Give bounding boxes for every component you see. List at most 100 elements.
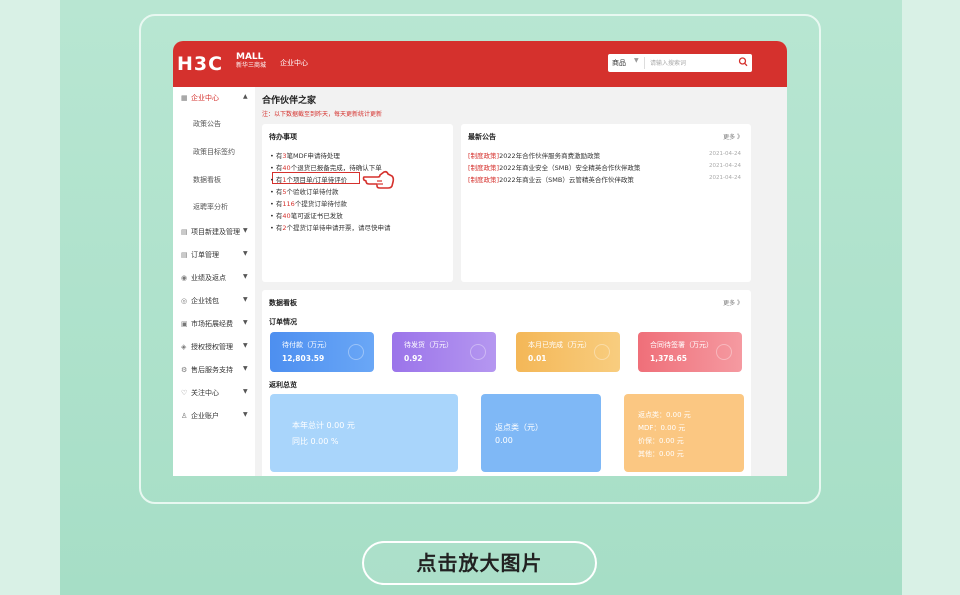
- sidebar-item-follow[interactable]: ♡ 关注中心: [181, 388, 219, 398]
- sidebar-item-orders[interactable]: ▤ 订单管理: [181, 250, 219, 260]
- portal-label: 企业中心: [280, 59, 308, 67]
- todo-item-highlighted[interactable]: • 有1个项目单/订单待评价: [270, 174, 347, 184]
- rebate-total-card[interactable]: 本年总计 0.00 元 同比 0.00 %: [270, 394, 458, 472]
- logo-text: H3C: [177, 53, 224, 75]
- todo-text: 个提货订单待申请开票，请尽快申请: [286, 224, 391, 232]
- chevron-down-icon[interactable]: ▼: [243, 296, 248, 303]
- sidebar-sub-policy[interactable]: 政策公告: [193, 119, 221, 129]
- stat-card-unshipped[interactable]: 待发货（万元） 0.92: [392, 332, 496, 372]
- announcement-tag: [制度政策]: [468, 164, 500, 172]
- list-icon: ▤: [181, 251, 188, 259]
- chevron-down-icon[interactable]: ▼: [243, 342, 248, 349]
- sidebar-item-auth[interactable]: ◈ 授权授权管理: [181, 342, 233, 352]
- left-margin: [0, 0, 60, 595]
- announcement-date: 2021-04-24: [709, 175, 741, 181]
- wallet-icon: ◎: [181, 297, 188, 305]
- announcement-item[interactable]: [制度政策]2022年商业云（SMB）云管精英合作伙伴政策: [468, 174, 634, 184]
- announcement-date: 2021-04-24: [709, 163, 741, 169]
- top-bar: H3C MALL 新华三商城 企业中心 商品 ▼ 请输入搜索词: [173, 41, 787, 87]
- breakdown-item: 其他：0.00 元: [638, 450, 684, 458]
- points-value: 0.00: [495, 436, 513, 445]
- sidebar-item-service[interactable]: ⚙ 售后服务支持: [181, 365, 233, 375]
- sidebar: ▦ 企业中心 ▲ 政策公告 政策目标签约 数据看板 返聘率分析 ▤ 项目新建及管理 …: [173, 87, 255, 476]
- announcement-date: 2021-04-24: [709, 151, 741, 157]
- sidebar-item-enterprise[interactable]: ▦ 企业中心: [181, 93, 219, 103]
- todo-item[interactable]: • 有3笔MDF申请待处理: [270, 150, 340, 160]
- sidebar-item-label: 关注中心: [191, 389, 219, 397]
- search-category[interactable]: 商品: [612, 58, 626, 68]
- announcement-item[interactable]: [制度政策]2022年商业安全（SMB）安全精英合作伙伴政策: [468, 162, 640, 172]
- rebate-breakdown-card[interactable]: 返点类：0.00 元 MDF：0.00 元 价保：0.00 元 其他：0.00 …: [624, 394, 744, 472]
- todo-count: 40: [282, 212, 291, 220]
- chevron-down-icon[interactable]: ▼: [243, 273, 248, 280]
- chevron-up-icon[interactable]: ▲: [243, 93, 248, 100]
- todo-item[interactable]: • 有40笔可返证书已发放: [270, 210, 343, 220]
- announcements-title: 最新公告: [468, 133, 496, 141]
- stat-card-contracts[interactable]: 合同待签署（万元） 1,378.65: [638, 332, 742, 372]
- points-card[interactable]: 返点类（元） 0.00: [481, 394, 601, 472]
- search-icon[interactable]: [738, 56, 748, 68]
- decor-icon: [716, 344, 732, 360]
- portal-screenshot[interactable]: H3C MALL 新华三商城 企业中心 商品 ▼ 请输入搜索词 ▦ 企业中心 ▲ …: [173, 41, 787, 476]
- logo[interactable]: H3C: [177, 53, 223, 75]
- more-link[interactable]: 更多 》: [723, 298, 743, 307]
- stat-card-unpaid[interactable]: 待付款（万元） 12,803.59: [270, 332, 374, 372]
- annual-total: 本年总计 0.00 元: [292, 421, 355, 430]
- sidebar-item-wallet[interactable]: ◎ 企业钱包: [181, 296, 219, 306]
- search-box[interactable]: 商品 ▼ 请输入搜索词: [608, 54, 752, 72]
- todo-title: 待办事项: [269, 133, 297, 141]
- todo-count: 116: [282, 200, 295, 208]
- sidebar-item-market[interactable]: ▣ 市场拓展经费: [181, 319, 233, 329]
- dashboard-title: 数据看板: [269, 299, 297, 307]
- dashboard-card: 数据看板 更多 》 订单情况 待付款（万元） 12,803.59 待发货（万元）…: [262, 290, 751, 476]
- logo-subtitle: 新华三商城: [236, 62, 267, 69]
- announcement-tag: [制度政策]: [468, 176, 500, 184]
- sidebar-sub-analysis[interactable]: 返聘率分析: [193, 202, 228, 212]
- zoom-image-button[interactable]: 点击放大图片: [362, 541, 597, 585]
- sidebar-item-label: 项目新建及管理: [191, 228, 240, 236]
- sidebar-sub-targets[interactable]: 政策目标签约: [193, 147, 235, 157]
- chevron-down-icon[interactable]: ▼: [243, 319, 248, 326]
- todo-card: 待办事项 • 有3笔MDF申请待处理 • 有40个退货已报备完成，待确认下单 •…: [262, 124, 453, 282]
- stat-card-completed[interactable]: 本月已完成（万元） 0.01: [516, 332, 620, 372]
- sidebar-item-label: 企业中心: [191, 94, 219, 102]
- chevron-down-icon[interactable]: ▼: [243, 388, 248, 395]
- breakdown-item: MDF：0.00 元: [638, 424, 686, 432]
- points-label: 返点类（元）: [495, 423, 543, 432]
- divider: [644, 57, 645, 69]
- todo-text: 个验收订单待付款: [286, 188, 339, 196]
- todo-item[interactable]: • 有5个验收订单待付款: [270, 186, 339, 196]
- todo-item[interactable]: • 有116个提货订单待付款: [270, 198, 347, 208]
- announcement-item[interactable]: [制度政策]2022年合作伙伴服务商费激励政策: [468, 150, 600, 160]
- announcement-tag: [制度政策]: [468, 152, 500, 160]
- sidebar-sub-dashboard[interactable]: 数据看板: [193, 175, 221, 185]
- breakdown-item: 返点类：0.00 元: [638, 411, 691, 419]
- stat-label: 待付款（万元）: [282, 341, 331, 349]
- stat-value: 0.92: [404, 354, 423, 363]
- stat-value: 1,378.65: [650, 354, 688, 363]
- chevron-down-icon[interactable]: ▼: [243, 227, 248, 234]
- yoy-value: 同比 0.00 %: [292, 437, 339, 446]
- stat-label: 合同待签署（万元）: [650, 341, 713, 349]
- more-link[interactable]: 更多 》: [723, 132, 743, 141]
- todo-count: 40: [282, 164, 291, 172]
- search-input[interactable]: 请输入搜索词: [650, 58, 686, 67]
- sidebar-item-account[interactable]: ♙ 企业账户: [181, 411, 219, 421]
- sidebar-item-label: 企业钱包: [191, 297, 219, 305]
- file-icon: ▤: [181, 228, 188, 236]
- sidebar-item-performance[interactable]: ◉ 业绩及返点: [181, 273, 226, 283]
- chevron-down-icon[interactable]: ▼: [243, 365, 248, 372]
- chevron-down-icon[interactable]: ▼: [243, 250, 248, 257]
- decor-icon: [594, 344, 610, 360]
- chevron-down-icon[interactable]: ▼: [634, 57, 639, 64]
- wrench-icon: ⚙: [181, 366, 188, 374]
- chevron-down-icon[interactable]: ▼: [243, 411, 248, 418]
- announcement-text: 2022年商业云（SMB）云管精英合作伙伴政策: [499, 176, 634, 184]
- announcement-text: 2022年合作伙伴服务商费激励政策: [499, 152, 601, 160]
- todo-item[interactable]: • 有2个提货订单待申请开票，请尽快申请: [270, 222, 391, 232]
- grid-icon: ▦: [181, 94, 188, 102]
- announcements-card: 最新公告 更多 》 [制度政策]2022年合作伙伴服务商费激励政策 2021-0…: [461, 124, 751, 282]
- sidebar-item-label: 业绩及返点: [191, 274, 226, 282]
- sidebar-item-projects[interactable]: ▤ 项目新建及管理: [181, 227, 240, 237]
- user-icon: ♙: [181, 412, 188, 420]
